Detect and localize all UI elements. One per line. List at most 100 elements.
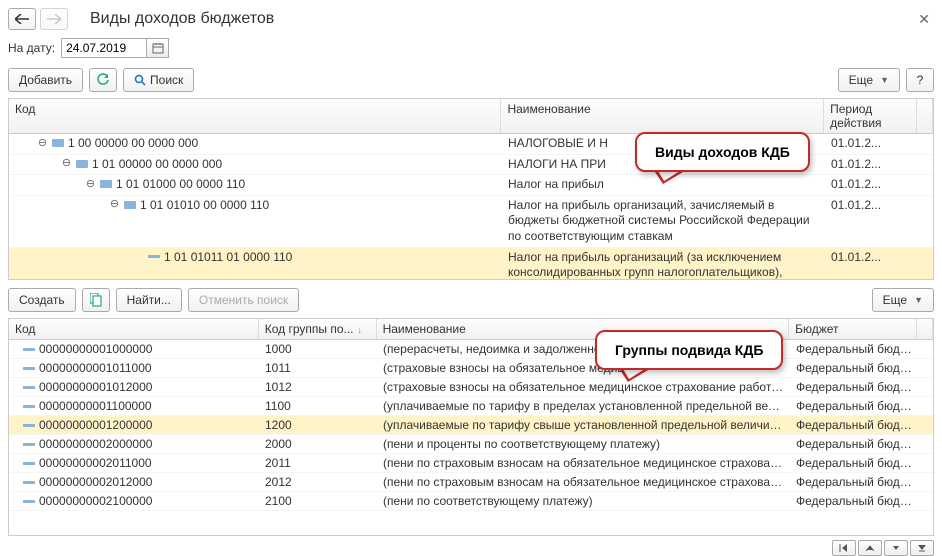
page-title: Виды доходов бюджетов [90, 10, 910, 28]
col-period[interactable]: Период действия [824, 99, 917, 133]
callout-groups: Группы подвида КДБ [595, 330, 783, 370]
close-icon[interactable]: ✕ [914, 11, 934, 28]
row-period: 01.01.2... [825, 248, 918, 266]
folder-icon [100, 180, 112, 188]
row-group: 1011 [259, 359, 377, 377]
row-name: (пени по соответствующему платежу) [377, 492, 790, 510]
tree-row[interactable]: ⊖1 01 01010 00 0000 110Налог на прибыль … [9, 196, 933, 248]
last-row-button[interactable] [910, 540, 934, 556]
tree-toggle-icon[interactable]: ⊖ [109, 199, 120, 210]
table-row[interactable]: 000000000010000001000(перерасчеты, недои… [9, 340, 933, 359]
folder-icon [52, 139, 64, 147]
file-icon [23, 481, 35, 484]
row-code: 00000000002012000 [39, 475, 152, 489]
row-code: 00000000002100000 [39, 494, 152, 508]
file-icon [23, 424, 35, 427]
row-group: 1012 [259, 378, 377, 396]
file-icon [23, 462, 35, 465]
refresh-button[interactable] [89, 68, 117, 92]
tree-row[interactable]: ⊖1 01 01000 00 0000 110Налог на прибыл01… [9, 175, 933, 196]
row-budget: Федеральный бюджет [790, 359, 918, 377]
row-budget: Федеральный бюджет [790, 416, 918, 434]
file-icon [23, 443, 35, 446]
table-row[interactable]: 000000000010120001012(страховые взносы н… [9, 378, 933, 397]
folder-icon [76, 160, 88, 168]
col-code[interactable]: Код [9, 99, 501, 133]
prev-row-button[interactable] [858, 540, 882, 556]
next-row-button[interactable] [884, 540, 908, 556]
file-icon [23, 367, 35, 370]
row-code: 1 00 00000 00 0000 000 [68, 136, 198, 150]
row-budget: Федеральный бюджет [790, 492, 918, 510]
top-grid: Код Наименование Период действия ⊖ 1 00 0… [8, 98, 934, 280]
col-budget[interactable]: Бюджет [789, 319, 917, 339]
file-icon [23, 500, 35, 503]
col-group[interactable]: Код группы по...↓ [259, 319, 377, 339]
row-code: 00000000001011000 [39, 361, 152, 375]
scrollbar-header-b [917, 319, 933, 339]
callout-types: Виды доходов КДБ [635, 132, 810, 172]
more-button-bottom[interactable]: Еще▼ [872, 288, 934, 312]
table-row[interactable]: 000000000020110002011(пени по страховым … [9, 454, 933, 473]
row-code: 00000000002000000 [39, 437, 152, 451]
date-picker-button[interactable] [147, 38, 169, 58]
row-budget: Федеральный бюджет [790, 473, 918, 491]
tree-toggle-icon[interactable]: ⊖ [37, 138, 48, 149]
callout-tail-icon [620, 370, 648, 382]
row-name: Налог на прибыль организаций (за исключе… [502, 248, 825, 279]
more-button-top[interactable]: Еще▼ [838, 68, 900, 92]
row-period: 01.01.2... [825, 134, 918, 152]
col-code-b[interactable]: Код [9, 319, 259, 339]
table-row[interactable]: 000000000010110001011(страховые взносы н… [9, 359, 933, 378]
row-code: 00000000001200000 [39, 418, 152, 432]
row-name: (уплачиваемые по тарифу в пределах устан… [377, 397, 790, 415]
row-name: (пени по страховым взносам на обязательн… [377, 473, 790, 491]
row-code: 1 01 01010 00 0000 110 [140, 198, 269, 212]
first-row-button[interactable] [832, 540, 856, 556]
tree-row[interactable]: 1 01 01011 01 0000 110Налог на прибыль о… [9, 248, 933, 279]
table-row[interactable]: 00000000001100000 1100(уплачиваемые по та… [9, 397, 933, 416]
date-input[interactable] [61, 38, 147, 58]
add-button[interactable]: Добавить [8, 68, 83, 92]
scrollbar-header [917, 99, 933, 133]
cancel-search-button: Отменить поиск [188, 288, 299, 312]
row-budget: Федеральный бюджет [790, 340, 918, 358]
row-budget: Федеральный бюджет [790, 397, 918, 415]
table-row[interactable]: 00000000001200000 1200(уплачиваемые по та… [9, 416, 933, 435]
help-button[interactable]: ? [906, 68, 934, 92]
table-row[interactable]: 00000000002012000 2012(пени по страховым … [9, 473, 933, 492]
table-row[interactable]: 000000000020000002000(пени и проценты по… [9, 435, 933, 454]
row-budget: Федеральный бюджет [790, 435, 918, 453]
callout-tail-icon [655, 172, 683, 184]
row-code: 00000000001000000 [39, 342, 152, 356]
row-group: 1100 [259, 397, 377, 415]
copy-button[interactable] [82, 288, 110, 312]
row-group: 2100 [259, 492, 377, 510]
table-row[interactable]: 00000000002100000 2100(пени по соответств… [9, 492, 933, 511]
row-code: 00000000001100000 [39, 399, 152, 413]
col-name[interactable]: Наименование [501, 99, 824, 133]
row-group: 1200 [259, 416, 377, 434]
row-period: 01.01.2... [825, 196, 918, 214]
file-icon [148, 255, 160, 258]
nav-forward-button [40, 8, 68, 30]
tree-toggle-icon[interactable]: ⊖ [61, 158, 72, 169]
row-group: 2012 [259, 473, 377, 491]
date-label: На дату: [8, 41, 55, 55]
folder-icon [124, 201, 136, 209]
row-name: (уплачиваемые по тарифу свыше установлен… [377, 416, 790, 434]
find-button[interactable]: Найти... [116, 288, 182, 312]
row-code: 1 01 01000 00 0000 110 [116, 177, 245, 191]
file-icon [23, 405, 35, 408]
row-period: 01.01.2... [825, 155, 918, 173]
row-name: (страховые взносы на обязательное медици… [377, 378, 790, 396]
nav-back-button[interactable] [8, 8, 36, 30]
tree-toggle-icon[interactable]: ⊖ [85, 179, 96, 190]
row-budget: Федеральный бюджет [790, 378, 918, 396]
create-button[interactable]: Создать [8, 288, 76, 312]
row-budget: Федеральный бюджет [790, 454, 918, 472]
file-icon [23, 386, 35, 389]
row-group: 2011 [259, 454, 377, 472]
search-button[interactable]: Поиск [123, 68, 194, 92]
row-code: 1 01 00000 00 0000 000 [92, 157, 222, 171]
